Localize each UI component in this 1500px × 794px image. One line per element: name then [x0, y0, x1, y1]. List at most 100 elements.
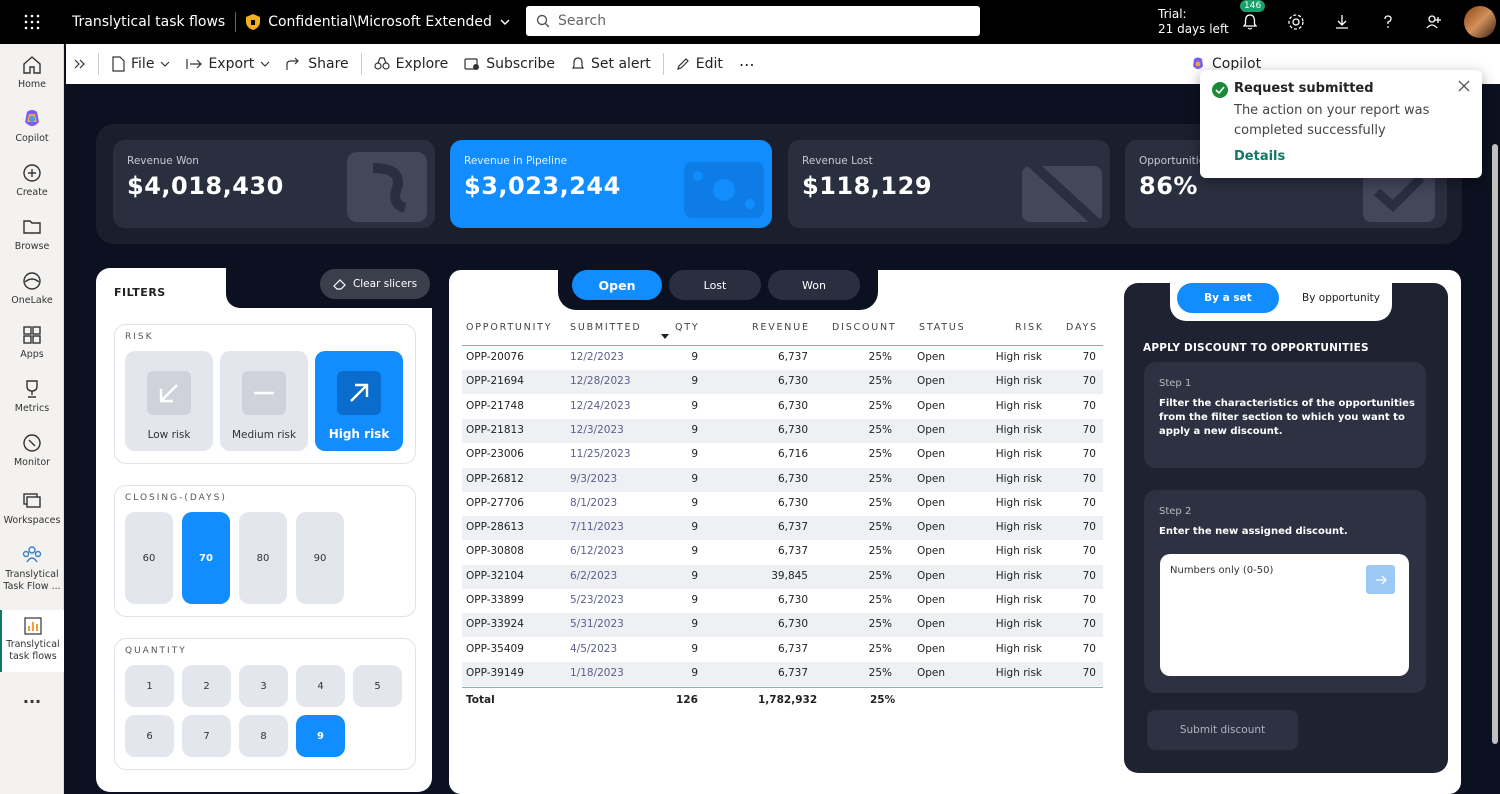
file-icon	[112, 56, 125, 72]
table-row[interactable]: OPP-35409 4/5/2023 9 6,737 25% Open High risk 7…	[462, 638, 1103, 662]
share-button[interactable]: Share	[278, 44, 356, 84]
nav-monitor[interactable]: Monitor	[0, 432, 64, 469]
nav-home[interactable]: Home	[0, 54, 64, 91]
nav-browse[interactable]: Browse	[0, 216, 64, 253]
nav-workspaces[interactable]: Workspaces	[0, 490, 64, 527]
page-scrollbar[interactable]	[1492, 144, 1498, 744]
user-avatar[interactable]	[1464, 6, 1496, 38]
help-icon[interactable]	[1376, 10, 1400, 34]
notifications-icon[interactable]: 146	[1238, 0, 1266, 34]
workspace-title[interactable]: Translytical task flows	[72, 14, 225, 30]
trial-status[interactable]: Trial: 21 days left	[1158, 7, 1229, 37]
risk-option-medium[interactable]: Medium risk	[220, 351, 308, 451]
table-row[interactable]: OPP-20076 12/2/2023 9 6,737 25% Open High risk…	[462, 346, 1103, 370]
qty-option-4[interactable]: 4	[296, 665, 345, 707]
success-check-icon	[1212, 82, 1228, 98]
discount-enter-button[interactable]	[1366, 565, 1395, 594]
toggle-by-set[interactable]: By a set	[1177, 283, 1279, 313]
table-row[interactable]: OPP-33924 5/31/2023 9 6,730 25% Open High risk…	[462, 613, 1103, 638]
expand-pane-button[interactable]	[66, 44, 94, 84]
nav-translytical-task-flows-report[interactable]: Translytical task flows	[0, 610, 64, 672]
toggle-by-opportunity[interactable]: By opportunity	[1290, 283, 1392, 313]
table-cell-submitted: 4/5/2023	[570, 642, 618, 655]
nav-label: Translytical task flows	[6, 639, 60, 662]
col-header-submitted[interactable]: SUBMITTED	[570, 318, 641, 346]
table-row[interactable]: OPP-21694 12/28/2023 9 6,730 25% Open High ris…	[462, 370, 1103, 395]
share-feedback-icon[interactable]	[1422, 10, 1446, 34]
nav-create[interactable]: Create	[0, 162, 64, 199]
file-menu[interactable]: File	[103, 44, 178, 84]
table-cell-days: 70	[1082, 594, 1096, 606]
divider	[360, 53, 362, 75]
arrow-down-left-icon	[147, 371, 191, 415]
days-option-70[interactable]: 70	[182, 512, 230, 604]
onelake-icon	[23, 272, 41, 290]
table-row[interactable]: OPP-39149 1/18/2023 9 6,737 25% Open High risk…	[462, 661, 1103, 686]
risk-option-low[interactable]: Low risk	[125, 351, 213, 451]
nav-translytical-task-flow[interactable]: Translytical Task Flow ...	[0, 544, 64, 593]
subscribe-button[interactable]: Subscribe	[456, 44, 563, 84]
search-input[interactable]: Search	[526, 6, 980, 36]
table-row[interactable]: OPP-33899 5/23/2023 9 6,730 25% Open High risk…	[462, 589, 1103, 613]
table-row[interactable]: OPP-28613 7/11/2023 9 6,737 25% Open High risk…	[462, 516, 1103, 541]
col-header-days[interactable]: DAYS	[1066, 318, 1098, 346]
submit-discount-button[interactable]: Submit discount	[1147, 710, 1298, 750]
apps-icon	[23, 326, 41, 344]
toast-details-link[interactable]: Details	[1234, 149, 1285, 164]
table-row[interactable]: OPP-21748 12/24/2023 9 6,730 25% Open High ris…	[462, 395, 1103, 419]
kpi-label: Revenue in Pipeline	[464, 155, 568, 167]
sensitivity-label[interactable]: Confidential\Microsoft Extended	[246, 14, 510, 30]
kpi-card-revenue-won[interactable]: Revenue Won $4,018,430	[113, 140, 435, 228]
table-cell-opportunity: OPP-23006	[466, 448, 524, 461]
tab-lost[interactable]: Lost	[669, 270, 761, 300]
nav-copilot[interactable]: Copilot	[0, 108, 64, 145]
col-header-revenue[interactable]: REVENUE	[752, 318, 810, 346]
table-row[interactable]: OPP-30808 6/12/2023 9 6,737 25% Open High risk…	[462, 540, 1103, 564]
download-icon[interactable]	[1330, 10, 1354, 34]
set-alert-button[interactable]: Set alert	[563, 44, 659, 84]
col-header-opportunity[interactable]: OPPORTUNITY	[466, 318, 552, 346]
nav-apps[interactable]: Apps	[0, 324, 64, 361]
qty-option-3[interactable]: 3	[239, 665, 288, 707]
qty-option-8[interactable]: 8	[239, 715, 288, 757]
table-row[interactable]: OPP-23006 11/25/2023 9 6,716 25% Open High ris…	[462, 443, 1103, 467]
qty-option-2[interactable]: 2	[182, 665, 231, 707]
close-icon[interactable]	[1458, 80, 1470, 92]
qty-option-9[interactable]: 9	[296, 715, 345, 757]
kpi-card-revenue-lost[interactable]: Revenue Lost $118,129	[788, 140, 1110, 228]
nav-more[interactable]: ...	[0, 690, 64, 706]
more-options-button[interactable]: ⋯	[731, 44, 763, 84]
col-header-discount[interactable]: DISCOUNT	[832, 318, 897, 346]
nav-onelake[interactable]: OneLake	[0, 270, 64, 307]
table-row[interactable]: OPP-27706 8/1/2023 9 6,730 25% Open High risk 7…	[462, 492, 1103, 516]
settings-icon[interactable]	[1284, 10, 1308, 34]
table-row[interactable]: OPP-26812 9/3/2023 9 6,730 25% Open High risk 7…	[462, 467, 1103, 492]
clear-slicers-button[interactable]: Clear slicers	[320, 269, 430, 299]
risk-option-label: High risk	[328, 427, 390, 441]
export-menu[interactable]: Export	[178, 44, 278, 84]
risk-option-high[interactable]: High risk	[315, 351, 403, 451]
table-row[interactable]: OPP-21813 12/3/2023 9 6,730 25% Open High risk…	[462, 418, 1103, 443]
qty-option-1[interactable]: 1	[125, 665, 174, 707]
table-cell-status: Open	[917, 569, 946, 582]
qty-option-6[interactable]: 6	[125, 715, 174, 757]
col-header-risk[interactable]: RISK	[1015, 318, 1044, 346]
table-cell-risk: High risk	[995, 351, 1042, 363]
col-header-status[interactable]: STATUS	[919, 318, 965, 346]
app-launcher-icon[interactable]	[0, 0, 64, 44]
nav-metrics[interactable]: Metrics	[0, 378, 64, 415]
days-option-60[interactable]: 60	[125, 512, 173, 604]
explore-button[interactable]: Explore	[366, 44, 457, 84]
table-row[interactable]: OPP-32104 6/2/2023 9 39,845 25% Open High risk…	[462, 564, 1103, 589]
qty-option-7[interactable]: 7	[182, 715, 231, 757]
days-option-90[interactable]: 90	[296, 512, 344, 604]
tab-won[interactable]: Won	[768, 270, 860, 300]
tab-open[interactable]: Open	[572, 270, 662, 300]
trial-label: Trial:	[1158, 7, 1187, 21]
col-header-qty[interactable]: QTY	[675, 318, 699, 346]
table-cell-days: 70	[1082, 399, 1096, 412]
edit-button[interactable]: Edit	[668, 44, 731, 84]
days-option-80[interactable]: 80	[239, 512, 287, 604]
kpi-card-revenue-pipeline[interactable]: Revenue in Pipeline $3,023,244	[450, 140, 772, 228]
qty-option-5[interactable]: 5	[353, 665, 402, 707]
